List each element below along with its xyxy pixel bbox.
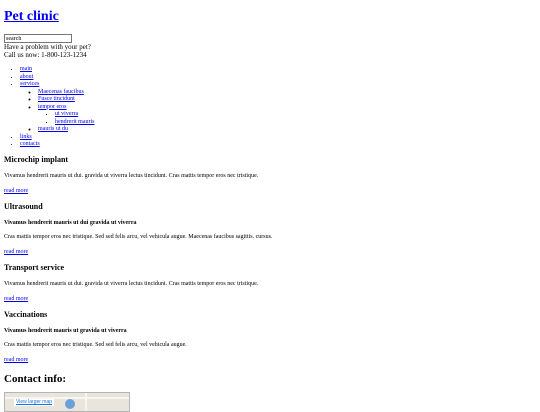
read-more-link[interactable]: read more xyxy=(4,249,28,255)
submenu-link-fusce-tincidunt[interactable]: Fusce tincidunt xyxy=(38,96,75,102)
site-title: Pet clinic xyxy=(4,0,536,25)
service-subtitle: Vivamus hendrerit mauris ut dui gravida … xyxy=(4,220,137,226)
tempor-submenu: ut viverra hendrerit mauris xyxy=(38,111,536,126)
submenu-item: Maecenas faucibus xyxy=(38,89,536,97)
submenu-link-hendrerit-mauris[interactable]: hendrerit mauris xyxy=(55,119,95,125)
submenu-link-mauris-ut-du[interactable]: mauris ut du xyxy=(38,126,68,132)
map-marker-icon xyxy=(65,399,75,409)
submenu-link-ut-viverra[interactable]: ut viverra xyxy=(55,111,78,117)
submenu-item: tempor eros ut viverra hendrerit mauris xyxy=(38,104,536,127)
nav-item-links: links xyxy=(20,134,536,142)
nav-link-about[interactable]: about xyxy=(20,74,33,80)
read-more-link[interactable]: read more xyxy=(4,188,28,194)
submenu-item: mauris ut du xyxy=(38,126,536,134)
service-text: Vivamus hendrerit mauris ut dui. gravida… xyxy=(4,173,259,179)
service-title: Ultrasound xyxy=(4,202,43,211)
submenu-link-maecenas-faucibus[interactable]: Maecenas faucibus xyxy=(38,89,84,95)
service-microchip-implant: Microchip implant Vivamus hendrerit maur… xyxy=(4,155,524,195)
read-more-link[interactable]: read more xyxy=(4,357,28,363)
nav-link-services[interactable]: services xyxy=(20,81,39,87)
service-subtitle: Vivamus hendrerit mauris ut gravida ut v… xyxy=(4,328,127,334)
nav-item-about: about xyxy=(20,74,536,82)
service-title: Vaccinations xyxy=(4,310,48,319)
service-title: Microchip implant xyxy=(4,155,69,164)
service-ultrasound: Ultrasound Vivamus hendrerit mauris ut d… xyxy=(4,202,524,256)
search-input[interactable] xyxy=(4,34,72,43)
site-title-link[interactable]: Pet clinic xyxy=(4,9,59,24)
service-text: Cras mattis tempor eros nec tristique. S… xyxy=(4,342,187,348)
header-tagline: Have a problem with your pet? xyxy=(4,43,91,51)
services-submenu: Maecenas faucibus Fusce tincidunt tempor… xyxy=(20,89,536,134)
nav-item-contacts: contacts xyxy=(20,141,536,149)
service-text: Cras mattis tempor eros nec tristique. S… xyxy=(4,234,273,240)
map-road xyxy=(85,393,87,411)
service-text: Vivamus hendrerit mauris ut dui. gravida… xyxy=(4,281,259,287)
submenu-link-tempor-eros[interactable]: tempor eros xyxy=(38,104,67,110)
header-phone: Call us now: 1-800-123-1234 xyxy=(4,51,87,59)
nav-link-links[interactable]: links xyxy=(20,134,32,140)
read-more-link[interactable]: read more xyxy=(4,296,28,302)
service-transport: Transport service Vivamus hendrerit maur… xyxy=(4,263,524,303)
contact-map[interactable]: View larger map xyxy=(4,392,130,412)
service-vaccinations: Vaccinations Vivamus hendrerit mauris ut… xyxy=(4,310,524,364)
submenu-item: Fusce tincidunt xyxy=(38,96,536,104)
main-nav: main about services Maecenas faucibus Fu… xyxy=(4,66,536,149)
submenu-item: hendrerit mauris xyxy=(55,119,536,127)
contact-info-title: Contact info: xyxy=(4,373,67,385)
nav-link-main[interactable]: main xyxy=(20,66,32,72)
submenu-item: ut viverra xyxy=(55,111,536,119)
service-title: Transport service xyxy=(4,263,65,272)
nav-link-contacts[interactable]: contacts xyxy=(20,141,40,147)
page: Pet clinic Have a problem with your pet?… xyxy=(0,0,540,412)
nav-item-main: main xyxy=(20,66,536,74)
nav-item-services: services Maecenas faucibus Fusce tincidu… xyxy=(20,81,536,134)
